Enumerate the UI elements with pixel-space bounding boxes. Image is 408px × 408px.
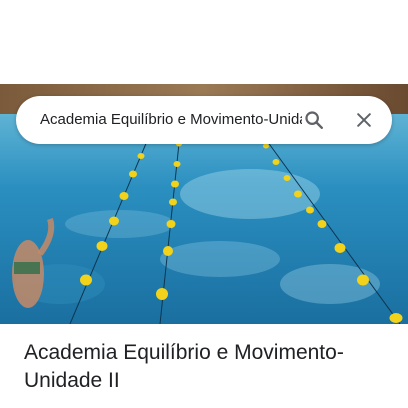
maps-place-view: Academia Equilíbrio e Movimento-Unidade … <box>0 0 408 408</box>
place-title: Academia Equilíbrio e Movimento-Unidade … <box>24 341 344 392</box>
search-button[interactable] <box>298 104 330 136</box>
close-icon <box>357 113 371 127</box>
search-bar[interactable]: Academia Equilíbrio e Movimento-Unidade … <box>16 96 392 144</box>
top-blank-area <box>0 0 408 84</box>
search-input[interactable]: Academia Equilíbrio e Movimento-Unidade … <box>40 96 302 144</box>
close-button[interactable] <box>348 104 380 136</box>
search-icon <box>305 111 323 129</box>
